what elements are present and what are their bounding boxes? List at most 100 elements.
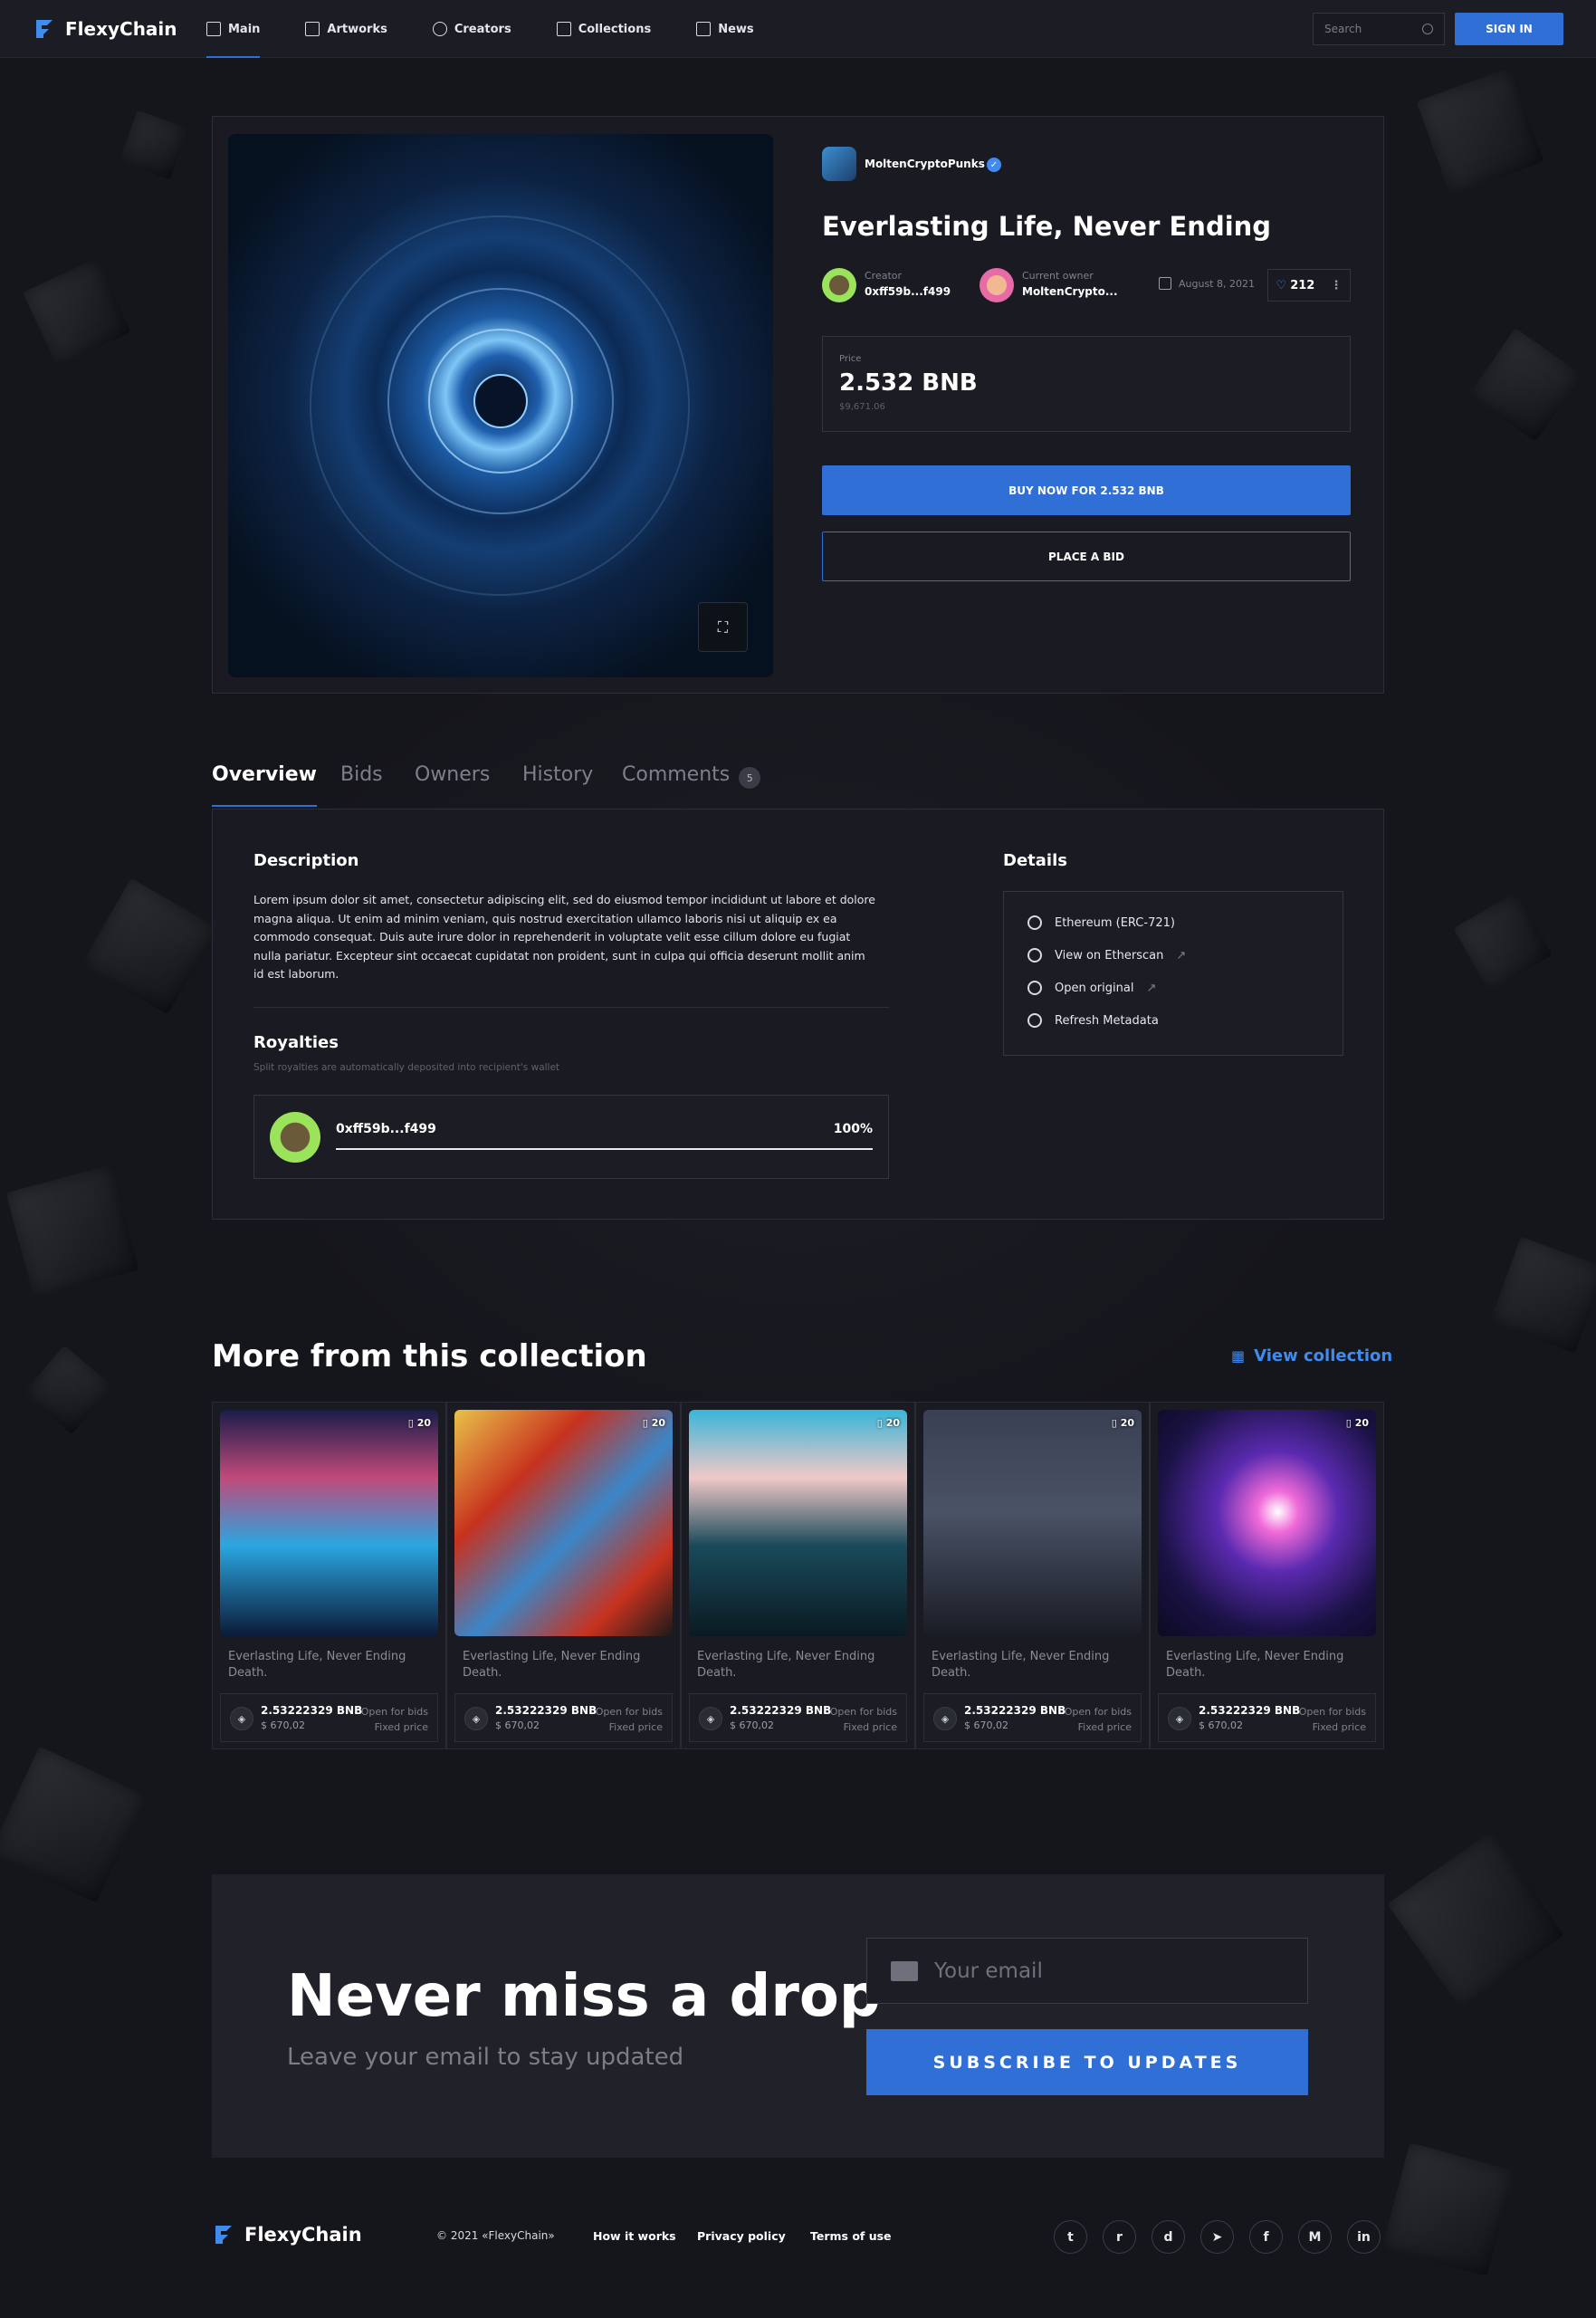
- nft-card[interactable]: ▯ 20 Everlasting Life, Never Ending Deat…: [1150, 1402, 1384, 1749]
- nft-card[interactable]: ▯ 20 Everlasting Life, Never Ending Deat…: [681, 1402, 915, 1749]
- detail-label: Ethereum (ERC-721): [1055, 915, 1175, 930]
- royalty-bar-fill: [336, 1148, 873, 1150]
- linkedin-icon[interactable]: in: [1347, 2220, 1381, 2254]
- nft-price-usd: $ 670,02: [495, 1719, 540, 1731]
- divider: [253, 1007, 889, 1008]
- external-link-icon: ↗: [1176, 948, 1187, 963]
- nav-creators[interactable]: Creators: [432, 0, 511, 58]
- tab-owners[interactable]: Owners: [415, 763, 490, 809]
- mint-date: August 8, 2021: [1159, 277, 1255, 290]
- discord-icon[interactable]: d: [1152, 2220, 1185, 2254]
- creator-address: 0xff59b...f499: [865, 285, 951, 298]
- royalty-avatar: [270, 1112, 320, 1163]
- reddit-icon[interactable]: r: [1103, 2220, 1136, 2254]
- nft-card[interactable]: ▯ 20 Everlasting Life, Never Ending Deat…: [446, 1402, 681, 1749]
- price-label: Price: [839, 354, 862, 364]
- tab-comments[interactable]: Comments 5: [622, 763, 761, 809]
- nav-label: Main: [228, 22, 261, 36]
- edition-badge: ▯ 20: [1345, 1417, 1369, 1429]
- detail-ethereum: Ethereum (ERC-721): [1027, 915, 1175, 930]
- nft-image[interactable]: [454, 1410, 673, 1636]
- nav-collections[interactable]: Collections: [556, 0, 651, 58]
- edition-badge: ▯ 20: [1111, 1417, 1134, 1429]
- like-button[interactable]: ♡ 212: [1276, 279, 1315, 292]
- tab-bids[interactable]: Bids: [340, 763, 383, 809]
- comments-count-badge: 5: [739, 767, 761, 789]
- footer-link-privacy[interactable]: Privacy policy: [697, 2229, 786, 2243]
- eye-icon: [1027, 981, 1042, 995]
- facebook-icon[interactable]: f: [1249, 2220, 1283, 2254]
- place-bid-button[interactable]: PLACE A BID: [822, 532, 1351, 581]
- sign-in-button[interactable]: SIGN IN: [1455, 13, 1563, 45]
- nft-image[interactable]: [923, 1410, 1142, 1636]
- flexychain-logo-icon: [33, 16, 58, 42]
- nft-card[interactable]: ▯ 20 Everlasting Life, Never Ending Deat…: [915, 1402, 1150, 1749]
- email-field[interactable]: Your email: [866, 1938, 1308, 2004]
- ethereum-icon: [1027, 915, 1042, 930]
- nav-label: Creators: [454, 22, 511, 36]
- more-options-icon[interactable]: ⋮: [1330, 279, 1342, 292]
- nft-status-price: Fixed price: [1312, 1721, 1366, 1733]
- buy-now-button[interactable]: BUY NOW FOR 2.532 BNB: [822, 465, 1351, 515]
- detail-refresh-metadata[interactable]: Refresh Metadata: [1027, 1013, 1159, 1028]
- medium-icon[interactable]: M: [1298, 2220, 1332, 2254]
- like-widget: ♡ 212 ⋮: [1267, 269, 1351, 302]
- nft-status-price: Fixed price: [843, 1721, 897, 1733]
- nft-image[interactable]: [1158, 1410, 1376, 1636]
- subscribe-button[interactable]: SUBSCRIBE TO UPDATES: [866, 2029, 1308, 2095]
- view-collection-link[interactable]: ▦ View collection: [1231, 1346, 1392, 1365]
- nft-image[interactable]: [689, 1410, 907, 1636]
- nft-price-usd: $ 670,02: [964, 1719, 1008, 1731]
- footer-link-terms[interactable]: Terms of use: [810, 2229, 892, 2243]
- price-value: 2.532 BNB: [839, 369, 978, 397]
- nft-status: Open for bids Fixed price: [1299, 1704, 1366, 1735]
- owner-info[interactable]: Current owner MoltenCrypto...: [980, 268, 1133, 304]
- item-title: Everlasting Life, Never Ending: [822, 211, 1272, 242]
- nft-status-bids: Open for bids: [1298, 1706, 1366, 1718]
- twitter-icon[interactable]: t: [1054, 2220, 1087, 2254]
- nav-main[interactable]: Main: [206, 0, 261, 58]
- users-icon: [432, 22, 447, 36]
- nav-label: News: [718, 22, 754, 36]
- nft-price: 2.53222329 BNB: [1199, 1704, 1301, 1717]
- telegram-icon[interactable]: ➤: [1200, 2220, 1234, 2254]
- nft-price-box: ◈ 2.53222329 BNB $ 670,02 Open for bids F…: [220, 1693, 438, 1742]
- image-icon: [305, 22, 320, 36]
- overview-panel: Description Lorem ipsum dolor sit amet, …: [212, 809, 1384, 1220]
- detail-label: Refresh Metadata: [1055, 1013, 1159, 1028]
- details-title: Details: [1003, 851, 1067, 870]
- nft-name: Everlasting Life, Never Ending Death.: [1166, 1650, 1344, 1680]
- artwork-image[interactable]: [228, 134, 773, 677]
- royalties-subtitle: Split royalties are automatically deposi…: [253, 1062, 560, 1073]
- nft-status-bids: Open for bids: [829, 1706, 897, 1718]
- price-usd: $9,671.06: [839, 402, 885, 412]
- tab-overview[interactable]: Overview: [212, 763, 317, 809]
- expand-fullscreen-button[interactable]: ⛶: [698, 602, 748, 652]
- owner-avatar: [980, 268, 1014, 302]
- nft-status-bids: Open for bids: [595, 1706, 663, 1718]
- detail-etherscan[interactable]: View on Etherscan ↗: [1027, 948, 1186, 963]
- search-input[interactable]: Search: [1313, 13, 1445, 45]
- creator-info[interactable]: Creator 0xff59b...f499: [822, 268, 967, 304]
- nft-card[interactable]: ▯ 20 Everlasting Life, Never Ending Deat…: [212, 1402, 446, 1749]
- tab-label: Bids: [340, 763, 383, 786]
- nft-price: 2.53222329 BNB: [730, 1704, 832, 1717]
- nft-price: 2.53222329 BNB: [964, 1704, 1066, 1717]
- newsletter-subtitle: Leave your email to stay updated: [287, 2044, 684, 2071]
- nft-name: Everlasting Life, Never Ending Death.: [228, 1650, 406, 1680]
- home-icon: [206, 22, 221, 36]
- tab-history[interactable]: History: [522, 763, 593, 809]
- owner-name: MoltenCrypto...: [1022, 285, 1118, 298]
- date-text: August 8, 2021: [1179, 277, 1255, 290]
- search-icon: [1422, 24, 1433, 34]
- nft-status-price: Fixed price: [608, 1721, 663, 1733]
- detail-open-original[interactable]: Open original ↗: [1027, 981, 1156, 995]
- nav-artworks[interactable]: Artworks: [305, 0, 387, 58]
- footer-link-how-it-works[interactable]: How it works: [593, 2229, 676, 2243]
- footer-brand-logo[interactable]: FlexyChain: [212, 2222, 362, 2247]
- collection-avatar: [822, 147, 856, 181]
- nft-image[interactable]: [220, 1410, 438, 1636]
- edition-count: 20: [1120, 1417, 1134, 1429]
- brand-logo[interactable]: FlexyChain: [33, 16, 177, 42]
- nav-news[interactable]: News: [696, 0, 754, 58]
